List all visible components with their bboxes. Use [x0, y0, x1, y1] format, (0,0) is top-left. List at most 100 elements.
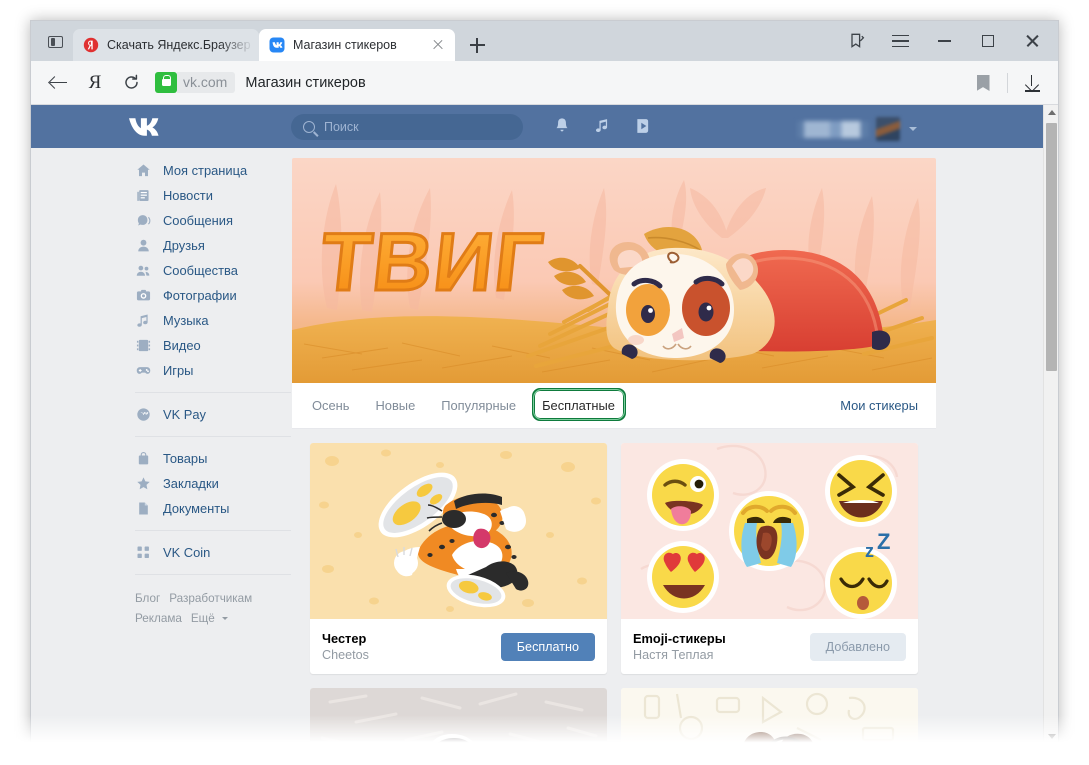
- back-button[interactable]: [41, 65, 77, 101]
- url-input[interactable]: vk.com Магазин стикеров: [155, 68, 1050, 98]
- sidebar-item-vk-pay[interactable]: VK Pay: [127, 402, 299, 427]
- tab-novye[interactable]: Новые: [373, 394, 417, 417]
- user-menu[interactable]: [797, 117, 917, 141]
- sticker-card[interactable]: [621, 688, 918, 744]
- svg-text:Z: Z: [877, 529, 890, 554]
- browser-tab-title: Скачать Яндекс.Браузер д: [107, 38, 251, 52]
- reload-button[interactable]: [113, 65, 149, 101]
- yandex-home-button[interactable]: Я: [77, 65, 113, 101]
- sticker-preview[interactable]: [310, 443, 607, 619]
- video-icon: [135, 338, 151, 354]
- yandex-icon: [83, 37, 99, 53]
- sidebar-item-communities[interactable]: Сообщества: [127, 258, 299, 283]
- sidebar-item-goods[interactable]: Товары: [127, 446, 299, 471]
- footer-link-developers[interactable]: Разработчикам: [169, 592, 252, 605]
- emoji-faces-stickers: z Z: [621, 443, 918, 619]
- bell-icon[interactable]: [551, 114, 573, 138]
- sidebar-item-label: Фотографии: [163, 288, 237, 303]
- sidebar-item-friends[interactable]: Друзья: [127, 233, 299, 258]
- sidebar-item-messages[interactable]: Сообщения: [127, 208, 299, 233]
- music-icon: [135, 313, 151, 329]
- sidebar-item-documents[interactable]: Документы: [127, 496, 299, 521]
- my-stickers-link[interactable]: Мои стикеры: [840, 398, 918, 413]
- user-name: [797, 120, 869, 138]
- video-play-icon[interactable]: [633, 114, 655, 138]
- sidebar-group-more: Товары Закладки Документы: [127, 446, 299, 521]
- footer-link-ads[interactable]: Реклама: [135, 612, 182, 625]
- vkcoin-icon: [135, 545, 151, 561]
- sticker-card[interactable]: z Z Emoji-стикеры Настя Теплая Добавлено: [621, 443, 918, 674]
- music-note-icon[interactable]: [592, 114, 614, 138]
- vk-sidebar: Моя страница Новости Сообщения Друзья Со…: [127, 158, 299, 629]
- chevron-up-icon: [1047, 110, 1056, 115]
- footer-link-more[interactable]: Ещё: [191, 612, 215, 625]
- sidebar-item-video[interactable]: Видео: [127, 333, 299, 358]
- sidebar-item-label: Музыка: [163, 313, 209, 328]
- close-icon[interactable]: [429, 36, 447, 54]
- scroll-down-button[interactable]: [1044, 729, 1058, 744]
- sidebar-item-label: VK Pay: [163, 407, 206, 422]
- search-input[interactable]: Поиск: [291, 114, 523, 140]
- vk-logo-icon[interactable]: [127, 115, 167, 139]
- tab-osen[interactable]: Осень: [310, 394, 351, 417]
- url-page-title: Магазин стикеров: [245, 74, 366, 91]
- sticker-name: Честер: [322, 630, 367, 646]
- plus-icon: [469, 37, 485, 53]
- browser-menu-button[interactable]: [878, 22, 922, 60]
- lock-icon: [155, 72, 177, 93]
- vk-main-column: ТВИГ Осень Новые Популярные Бесплатные М…: [292, 158, 936, 744]
- minimize-button[interactable]: [922, 22, 966, 60]
- tab-besplatnye[interactable]: Бесплатные: [540, 394, 617, 417]
- sidebar-panel-icon: [47, 36, 63, 48]
- sidebar-item-games[interactable]: Игры: [127, 358, 299, 383]
- search-placeholder: Поиск: [324, 120, 359, 134]
- cheetos-chester-cheetah-sticker: [310, 443, 607, 619]
- vk-header-icons: [551, 114, 655, 138]
- sticker-preview[interactable]: z Z: [621, 443, 918, 619]
- close-window-button[interactable]: [1010, 22, 1054, 60]
- collections-button[interactable]: [834, 22, 878, 60]
- sidebar-item-music[interactable]: Музыка: [127, 308, 299, 333]
- sidebar-item-vk-coin[interactable]: VK Coin: [127, 540, 299, 565]
- footer-link-blog[interactable]: Блог: [135, 592, 160, 605]
- sticker-card-footer: Честер Cheetos Бесплатно: [310, 619, 607, 674]
- address-bar-actions: [965, 61, 1050, 105]
- scroll-up-button[interactable]: [1044, 105, 1058, 120]
- new-tab-button[interactable]: [459, 29, 495, 61]
- vk-page-body: Моя страница Новости Сообщения Друзья Со…: [31, 148, 1045, 744]
- bookmark-button[interactable]: [965, 65, 1001, 101]
- news-icon: [135, 188, 151, 204]
- browser-tab-yandex[interactable]: Скачать Яндекс.Браузер д: [73, 29, 259, 61]
- sticker-added-button[interactable]: Добавлено: [809, 632, 906, 661]
- sticker-free-button[interactable]: Бесплатно: [500, 632, 595, 661]
- vk-icon: [269, 37, 285, 53]
- sticker-card-meta: Честер Cheetos: [322, 630, 369, 664]
- browser-tab-vk[interactable]: Магазин стикеров: [259, 29, 455, 61]
- scrollbar-thumb[interactable]: [1046, 123, 1057, 371]
- sidebar-item-my-page[interactable]: Моя страница: [127, 158, 299, 183]
- home-icon: [135, 163, 151, 179]
- sticker-preview: [621, 688, 918, 744]
- sidebar-item-label: Новости: [163, 188, 213, 203]
- tab-populyarnye[interactable]: Популярные: [439, 394, 518, 417]
- sticker-author: Cheetos: [322, 647, 369, 662]
- sidebar-group-pay: VK Pay: [127, 402, 299, 427]
- sidebar-group-coin: VK Coin: [127, 540, 299, 565]
- sidebar-item-bookmarks[interactable]: Закладки: [127, 471, 299, 496]
- sidebar-item-photos[interactable]: Фотографии: [127, 283, 299, 308]
- sticker-pack-banner[interactable]: ТВИГ: [292, 158, 936, 383]
- sticker-cards-area: Честер Cheetos Бесплатно z Z Emoji-стике…: [292, 429, 936, 744]
- window-controls: [834, 21, 1054, 61]
- sidebar-divider: [135, 574, 291, 575]
- sticker-card[interactable]: Честер Cheetos Бесплатно: [310, 443, 607, 674]
- maximize-button[interactable]: [966, 22, 1010, 60]
- sidebar-divider: [135, 392, 291, 393]
- sidebar-toggle-button[interactable]: [37, 23, 73, 61]
- sidebar-item-label: Видео: [163, 338, 201, 353]
- sidebar-item-news[interactable]: Новости: [127, 183, 299, 208]
- page-scrollbar[interactable]: [1043, 105, 1058, 744]
- browser-tab-title: Магазин стикеров: [293, 38, 397, 52]
- document-icon: [135, 501, 151, 517]
- sticker-card[interactable]: [310, 688, 607, 744]
- downloads-button[interactable]: [1014, 65, 1050, 101]
